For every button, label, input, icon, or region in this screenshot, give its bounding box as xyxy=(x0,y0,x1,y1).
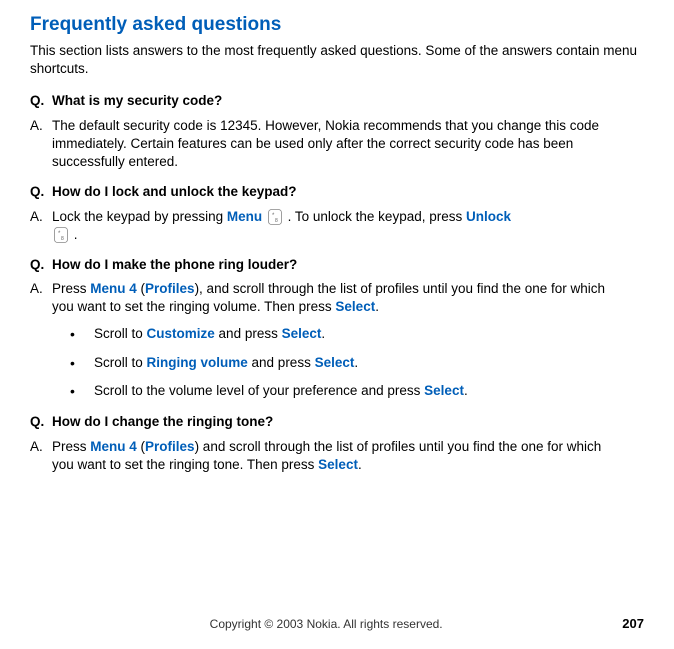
bullet-item: • Scroll to Customize and press Select. xyxy=(52,325,644,344)
customize-highlight: Customize xyxy=(147,326,215,341)
bullet-list: • Scroll to Customize and press Select. … xyxy=(52,325,644,402)
text-part: Scroll to xyxy=(94,326,147,341)
q-prefix: Q. xyxy=(30,183,52,201)
text-part: . xyxy=(70,227,78,242)
profiles-highlight: Profiles xyxy=(145,439,195,454)
answer: A. The default security code is 12345. H… xyxy=(30,117,644,172)
text-part: Lock the keypad by pressing xyxy=(52,209,227,224)
footer: Copyright © 2003 Nokia. All rights reser… xyxy=(0,616,674,631)
star-key-icon: *8 xyxy=(54,227,68,243)
a-prefix: A. xyxy=(30,117,52,172)
qa-item: Q. How do I change the ringing tone? A. … xyxy=(30,413,644,474)
a-text: Press Menu 4 (Profiles) and scroll throu… xyxy=(52,438,644,474)
bullet-item: • Scroll to Ringing volume and press Sel… xyxy=(52,354,644,373)
profiles-highlight: Profiles xyxy=(145,281,195,296)
question: Q. What is my security code? xyxy=(30,92,644,110)
select-highlight: Select xyxy=(335,299,375,314)
qa-item: Q. What is my security code? A. The defa… xyxy=(30,92,644,171)
qa-item: Q. How do I lock and unlock the keypad? … xyxy=(30,183,644,244)
answer: A. Press Menu 4 (Profiles), and scroll t… xyxy=(30,280,644,316)
text-part: and press xyxy=(248,355,315,370)
text-part: . To unlock the keypad, press xyxy=(284,209,466,224)
text-part: Press xyxy=(52,439,90,454)
q-prefix: Q. xyxy=(30,92,52,110)
bullet-text: Scroll to Customize and press Select. xyxy=(94,325,644,344)
a-prefix: A. xyxy=(30,280,52,316)
text-part: Press xyxy=(52,281,90,296)
svg-text:8: 8 xyxy=(275,218,278,224)
question: Q. How do I make the phone ring louder? xyxy=(30,256,644,274)
bullet-dot: • xyxy=(70,354,94,373)
bullet-text: Scroll to Ringing volume and press Selec… xyxy=(94,354,644,373)
unlock-highlight: Unlock xyxy=(466,209,511,224)
page-number: 207 xyxy=(622,616,644,631)
text-part: ( xyxy=(137,439,145,454)
q-prefix: Q. xyxy=(30,413,52,431)
select-highlight: Select xyxy=(424,383,464,398)
text-part: . xyxy=(464,383,468,398)
text-part: . xyxy=(321,326,325,341)
answer: A. Press Menu 4 (Profiles) and scroll th… xyxy=(30,438,644,474)
q-text: How do I change the ringing tone? xyxy=(52,413,644,431)
select-highlight: Select xyxy=(315,355,355,370)
a-prefix: A. xyxy=(30,438,52,474)
text-part: . xyxy=(354,355,358,370)
copyright: Copyright © 2003 Nokia. All rights reser… xyxy=(210,617,443,631)
page-title: Frequently asked questions xyxy=(30,14,644,36)
bullet-text: Scroll to the volume level of your prefe… xyxy=(94,382,644,401)
text-part: . xyxy=(375,299,379,314)
answer: A. Lock the keypad by pressing Menu *8 .… xyxy=(30,208,644,244)
menu4-highlight: Menu 4 xyxy=(90,281,137,296)
a-text: Press Menu 4 (Profiles), and scroll thro… xyxy=(52,280,644,316)
qa-item: Q. How do I make the phone ring louder? … xyxy=(30,256,644,401)
q-text: What is my security code? xyxy=(52,92,644,110)
question: Q. How do I lock and unlock the keypad? xyxy=(30,183,644,201)
intro-text: This section lists answers to the most f… xyxy=(30,42,644,78)
bullet-item: • Scroll to the volume level of your pre… xyxy=(52,382,644,401)
a-text: Lock the keypad by pressing Menu *8 . To… xyxy=(52,208,644,244)
menu-highlight: Menu xyxy=(227,209,262,224)
text-part: and press xyxy=(215,326,282,341)
ringing-volume-highlight: Ringing volume xyxy=(147,355,248,370)
a-prefix: A. xyxy=(30,208,52,244)
q-text: How do I lock and unlock the keypad? xyxy=(52,183,644,201)
q-prefix: Q. xyxy=(30,256,52,274)
star-key-icon: *8 xyxy=(268,209,282,225)
text-part: ( xyxy=(137,281,145,296)
q-text: How do I make the phone ring louder? xyxy=(52,256,644,274)
svg-text:8: 8 xyxy=(61,236,64,242)
a-text: The default security code is 12345. Howe… xyxy=(52,117,644,172)
menu4-highlight: Menu 4 xyxy=(90,439,137,454)
bullet-dot: • xyxy=(70,325,94,344)
text-part: Scroll to the volume level of your prefe… xyxy=(94,383,424,398)
question: Q. How do I change the ringing tone? xyxy=(30,413,644,431)
select-highlight: Select xyxy=(318,457,358,472)
text-part: Scroll to xyxy=(94,355,147,370)
bullet-dot: • xyxy=(70,382,94,401)
select-highlight: Select xyxy=(282,326,322,341)
text-part: . xyxy=(358,457,362,472)
